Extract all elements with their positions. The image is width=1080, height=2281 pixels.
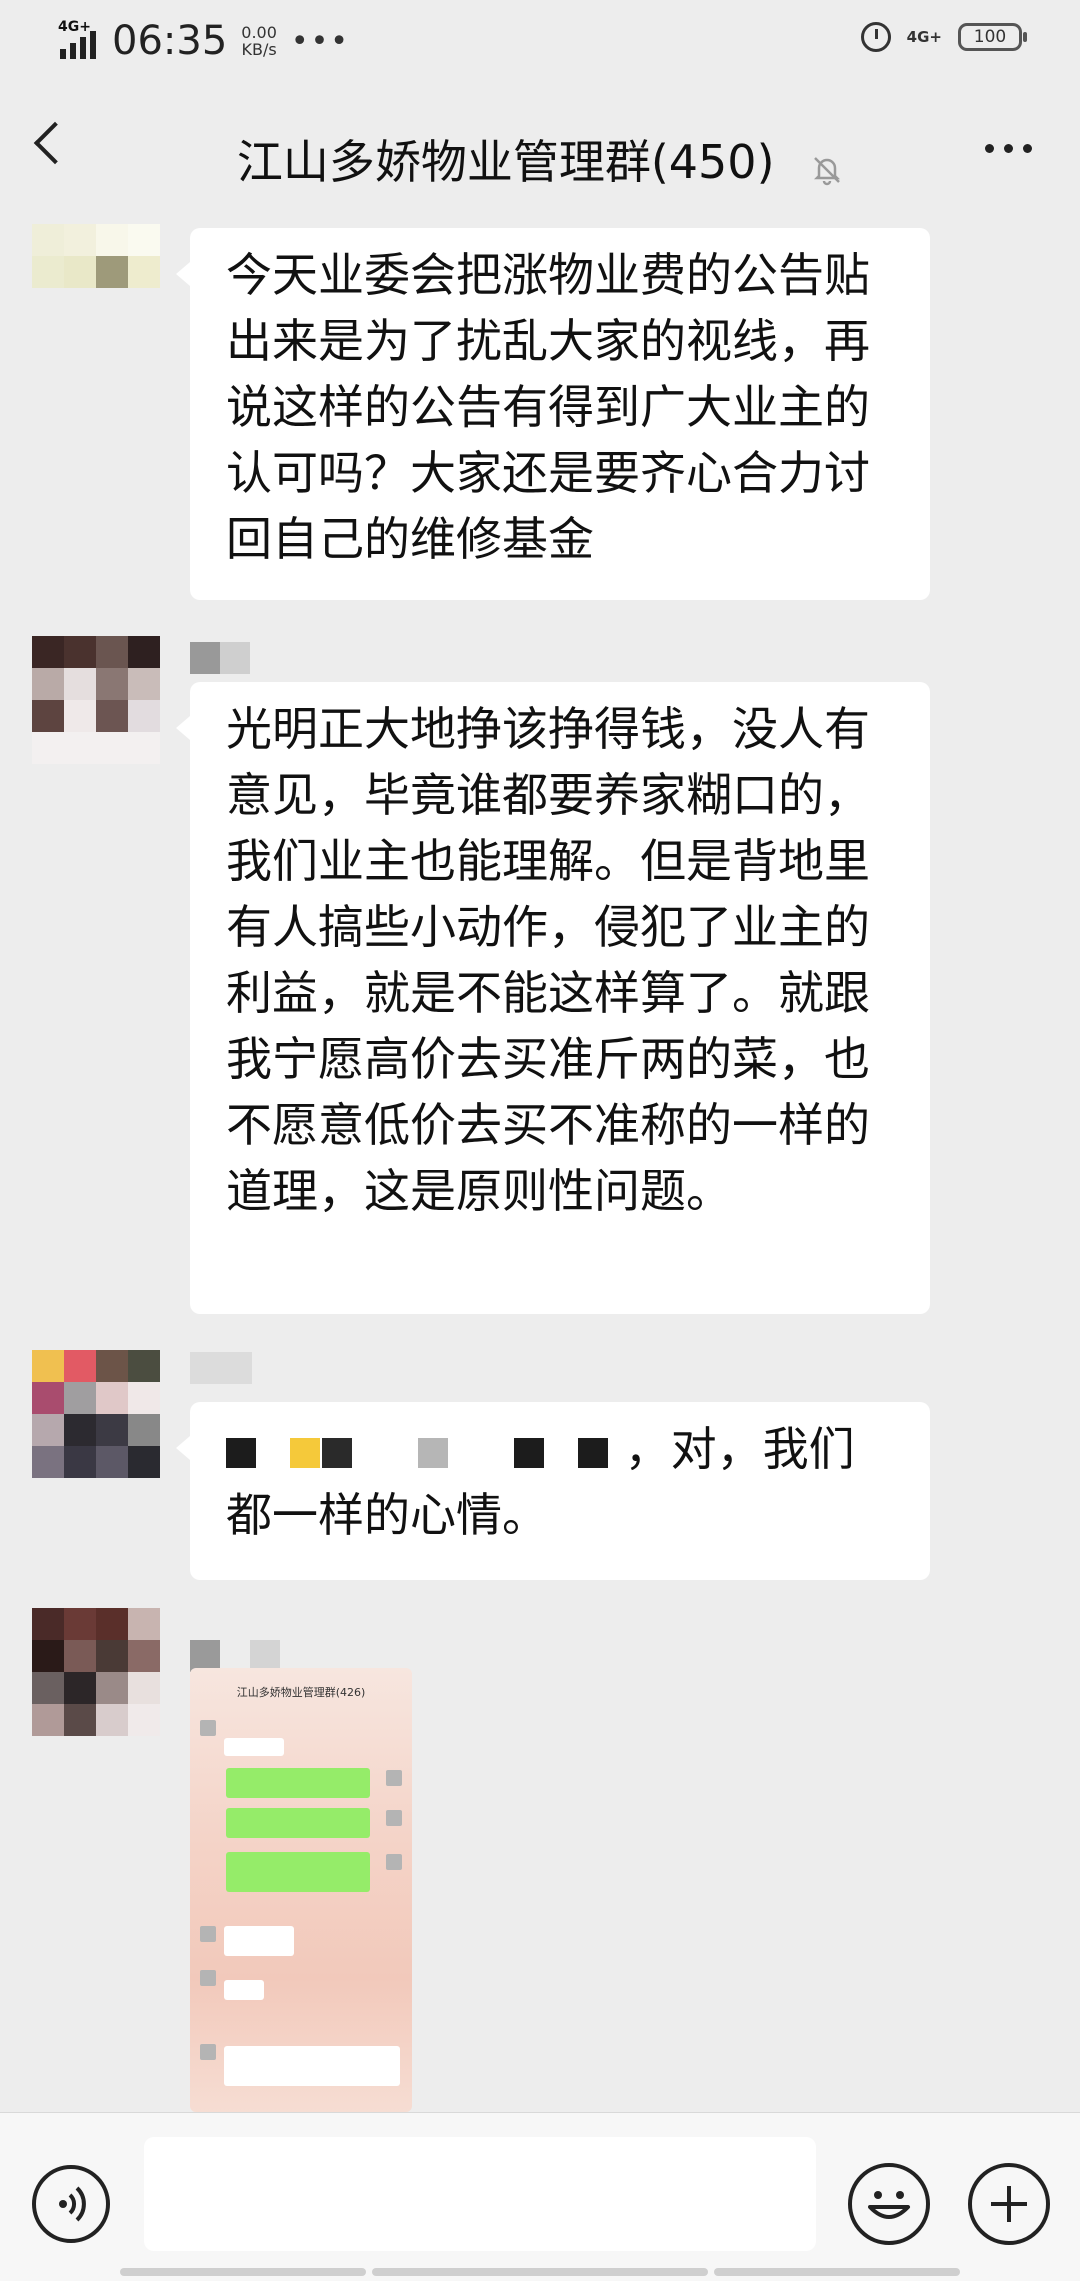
nav-indicator <box>372 2268 708 2276</box>
chat-header: 江山多娇物业管理群(450) <box>0 84 1080 224</box>
net-speed-unit: KB/s <box>241 40 277 59</box>
shared-screenshot-image[interactable]: 江山多娇物业管理群(426) <box>190 1668 412 2112</box>
network-type: 4G+ <box>906 28 942 46</box>
avatar[interactable] <box>32 636 160 764</box>
shared-image-title: 江山多娇物业管理群(426) <box>236 1686 366 1699</box>
message-input[interactable] <box>144 2137 816 2251</box>
mute-bell-icon <box>811 143 843 186</box>
sender-name <box>190 1352 252 1384</box>
input-bar <box>0 2112 1080 2281</box>
more-icon[interactable] <box>985 144 1032 153</box>
chat-title-wrap: 江山多娇物业管理群(450) <box>0 126 1080 192</box>
voice-icon[interactable] <box>32 2165 110 2243</box>
signal-icon: 4G+ <box>58 19 98 61</box>
nav-indicator <box>714 2268 960 2276</box>
net-speed-value: 0.00 <box>241 23 277 42</box>
status-bar: 4G+ 06:35 0.00 KB/s ••• 4G+ 100 <box>0 0 1080 84</box>
emoji-icon[interactable] <box>848 2163 930 2245</box>
message-bubble[interactable]: ，对，我们都一样的心情。 <box>176 1402 930 1580</box>
message-text: 今天业委会把涨物业费的公告贴出来是为了扰乱大家的视线，再说这样的公告有得到广大业… <box>226 248 870 566</box>
message-bubble[interactable]: 今天业委会把涨物业费的公告贴出来是为了扰乱大家的视线，再说这样的公告有得到广大业… <box>176 228 930 600</box>
avatar[interactable] <box>32 1350 160 1478</box>
signal-type-label: 4G+ <box>58 19 91 35</box>
chat-title: 江山多娇物业管理群(450) <box>236 135 775 189</box>
message-bubble[interactable]: 光明正大地挣该挣得钱，没人有意见，毕竟谁都要养家糊口的，我们业主也能理解。但是背… <box>176 682 930 1314</box>
message-text: 光明正大地挣该挣得钱，没人有意见，毕竟谁都要养家糊口的，我们业主也能理解。但是背… <box>226 702 870 1218</box>
alarm-icon <box>860 22 891 52</box>
redacted-mention <box>226 1422 625 1476</box>
nav-indicator <box>120 2268 366 2276</box>
clock: 06:35 <box>112 18 228 64</box>
battery-icon: 100 <box>958 23 1027 51</box>
plus-icon[interactable] <box>968 2163 1050 2245</box>
battery-level: 100 <box>973 27 1007 47</box>
status-more-icon: ••• <box>290 23 350 59</box>
sender-name <box>190 642 250 674</box>
avatar[interactable] <box>32 1608 160 1736</box>
net-speed: 0.00 KB/s <box>241 24 277 58</box>
avatar[interactable] <box>32 224 160 288</box>
